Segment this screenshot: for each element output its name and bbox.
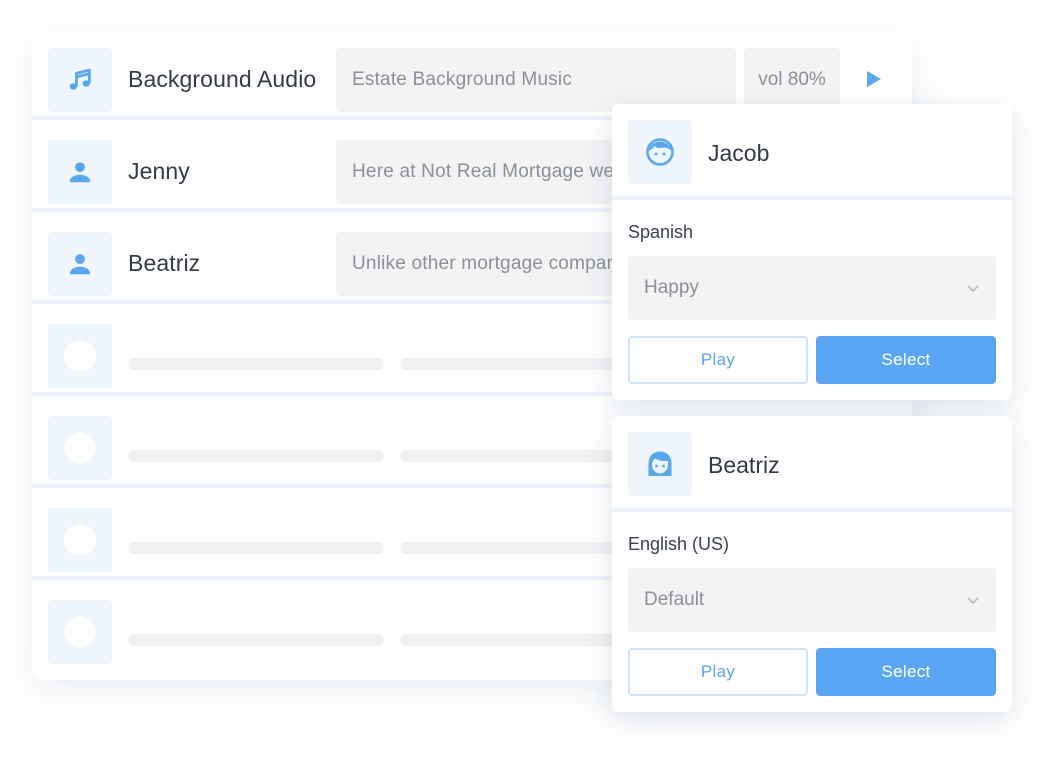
voice-card-beatriz: Beatriz English (US) Default Play Select (612, 416, 1012, 712)
play-button[interactable]: Play (628, 336, 808, 384)
placeholder-tile (48, 324, 112, 388)
voice-style-select[interactable]: Happy (628, 256, 996, 320)
track-text-field[interactable]: Estate Background Music (336, 48, 736, 112)
voice-avatar (628, 432, 692, 496)
select-button[interactable]: Select (816, 648, 996, 696)
placeholder-avatar (64, 340, 96, 372)
placeholder-avatar (64, 616, 96, 648)
track-name: Beatriz (128, 250, 201, 276)
track-icon-tile (48, 232, 112, 296)
voice-name: Beatriz (708, 452, 780, 478)
track-icon-tile (48, 140, 112, 204)
boy-face-icon (646, 138, 674, 166)
placeholder-avatar (64, 524, 96, 556)
track-name: Background Audio (128, 66, 317, 92)
voice-card-header: Beatriz (612, 416, 1012, 512)
volume-field[interactable]: vol 80% (744, 48, 840, 112)
skeleton-bar (128, 634, 384, 646)
voice-style-value: Default (644, 589, 705, 610)
placeholder-tile (48, 508, 112, 572)
placeholder-avatar (64, 432, 96, 464)
voice-card-jacob: Jacob Spanish Happy Play Select (612, 104, 1012, 400)
voice-card-header: Jacob (612, 104, 1012, 200)
voice-style-select[interactable]: Default (628, 568, 996, 632)
select-button[interactable]: Select (816, 336, 996, 384)
music-note-icon (69, 68, 91, 90)
placeholder-tile (48, 416, 112, 480)
user-icon (69, 162, 91, 183)
placeholder-tile (48, 600, 112, 664)
track-name: Jenny (128, 158, 190, 184)
skeleton-bar (128, 542, 384, 554)
chevron-down-icon (967, 597, 979, 605)
track-icon-tile (48, 48, 112, 112)
voice-avatar (628, 120, 692, 184)
voice-language: Spanish (628, 222, 694, 242)
user-icon (69, 254, 91, 275)
voice-style-value: Happy (644, 277, 699, 298)
skeleton-bar (128, 450, 384, 462)
voice-language: English (US) (628, 534, 730, 554)
play-icon[interactable] (866, 70, 882, 88)
chevron-down-icon (967, 285, 979, 293)
play-button[interactable]: Play (628, 648, 808, 696)
girl-face-icon (648, 451, 672, 476)
voice-name: Jacob (708, 140, 770, 166)
skeleton-bar (128, 358, 384, 370)
